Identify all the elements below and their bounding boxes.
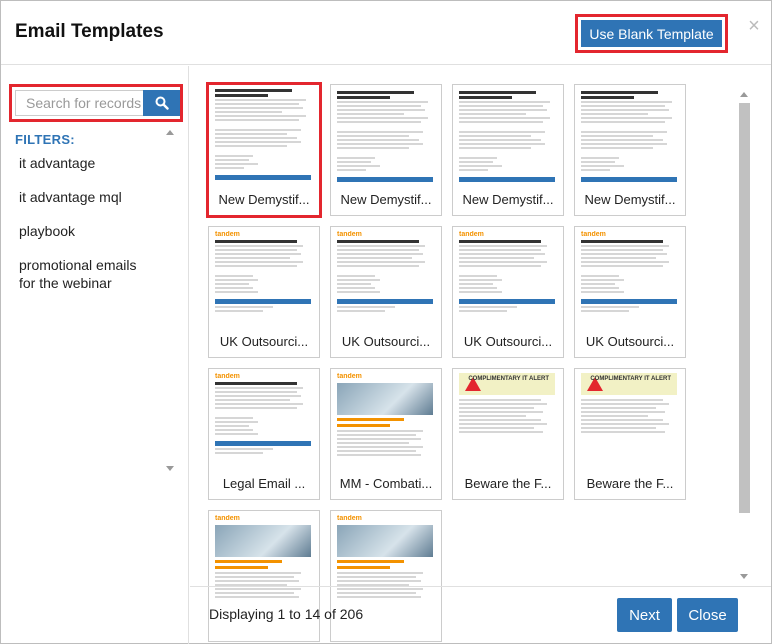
pagination-status: Displaying 1 to 14 of 206 <box>209 606 364 622</box>
grid-scrollbar[interactable] <box>736 87 753 585</box>
template-card[interactable]: tandem UK Outsourci... <box>330 226 442 358</box>
scroll-down-icon[interactable] <box>740 574 748 579</box>
template-thumbnail: tandem <box>215 373 311 471</box>
template-thumbnail <box>581 89 677 187</box>
template-card-label: Legal Email ... <box>222 476 306 491</box>
template-card-label: UK Outsourci... <box>585 334 675 349</box>
filter-item-promotional-emails[interactable]: promotional emails for the webinar <box>11 252 163 296</box>
template-thumbnail: COMPLIMENTARY IT ALERT <box>581 373 677 471</box>
scroll-down-icon[interactable] <box>166 466 174 471</box>
sidebar-scrollbar[interactable] <box>163 128 177 480</box>
close-button[interactable]: Close <box>677 598 738 632</box>
template-thumbnail: tandem <box>337 373 433 471</box>
template-card[interactable]: tandem Legal Email ... <box>208 368 320 500</box>
template-card[interactable]: New Demystif... <box>206 82 322 218</box>
filter-item-it-advantage[interactable]: it advantage <box>11 150 163 176</box>
search-input[interactable] <box>15 90 143 116</box>
template-thumbnail: tandem <box>337 231 433 329</box>
thumbnail-logo: tandem <box>337 515 362 522</box>
template-thumbnail: tandem <box>215 231 311 329</box>
template-card[interactable]: New Demystif... <box>330 84 442 216</box>
dialog-title: Email Templates <box>15 21 164 42</box>
template-card-label: Beware the F... <box>586 476 674 491</box>
template-card-label: New Demystif... <box>462 192 554 207</box>
template-card[interactable]: COMPLIMENTARY IT ALERT Beware the F... <box>452 368 564 500</box>
template-card[interactable]: New Demystif... <box>574 84 686 216</box>
search-icon <box>155 96 169 110</box>
scroll-up-icon[interactable] <box>740 92 748 97</box>
alert-banner-text: COMPLIMENTARY IT ALERT <box>590 376 671 382</box>
use-blank-template-button[interactable]: Use Blank Template <box>581 20 722 47</box>
filter-item-playbook[interactable]: playbook <box>11 218 163 244</box>
template-thumbnail: tandem <box>581 231 677 329</box>
email-templates-dialog: Email Templates Use Blank Template × FIL… <box>0 0 772 644</box>
template-card[interactable]: tandem UK Outsourci... <box>452 226 564 358</box>
template-card-label: UK Outsourci... <box>219 334 309 349</box>
template-card[interactable]: COMPLIMENTARY IT ALERT Beware the F... <box>574 368 686 500</box>
scroll-up-icon[interactable] <box>166 130 174 135</box>
template-card-label: MM - Combati... <box>339 476 433 491</box>
filter-item-it-advantage-mql[interactable]: it advantage mql <box>11 184 163 210</box>
template-card[interactable]: tandem UK Outsourci... <box>574 226 686 358</box>
filter-list: it advantage it advantage mql playbook p… <box>11 150 163 296</box>
template-thumbnail: COMPLIMENTARY IT ALERT <box>459 373 555 471</box>
template-card-label: Beware the F... <box>464 476 552 491</box>
thumbnail-logo: tandem <box>337 373 362 380</box>
template-card-label: New Demystif... <box>218 192 310 207</box>
template-thumbnail <box>459 89 555 187</box>
thumbnail-logo: tandem <box>459 231 484 238</box>
template-card-label: New Demystif... <box>584 192 676 207</box>
template-thumbnail <box>337 89 433 187</box>
close-icon[interactable]: × <box>745 15 763 37</box>
filter-sidebar: FILTERS: it advantage it advantage mql p… <box>1 66 189 644</box>
template-thumbnail <box>215 87 311 185</box>
template-card-label: UK Outsourci... <box>341 334 431 349</box>
thumbnail-logo: tandem <box>581 231 606 238</box>
next-button[interactable]: Next <box>617 598 672 632</box>
template-card[interactable]: New Demystif... <box>452 84 564 216</box>
blank-template-highlight: Use Blank Template <box>575 14 728 53</box>
search-highlight <box>9 84 183 122</box>
thumbnail-logo: tandem <box>215 515 240 522</box>
thumbnail-logo: tandem <box>337 231 362 238</box>
dialog-header: Email Templates Use Blank Template × <box>1 1 771 65</box>
thumbnail-logo: tandem <box>215 231 240 238</box>
scrollbar-thumb[interactable] <box>739 103 750 513</box>
template-thumbnail: tandem <box>459 231 555 329</box>
template-card-label: New Demystif... <box>340 192 432 207</box>
search-button[interactable] <box>143 90 180 116</box>
template-card[interactable]: tandem UK Outsourci... <box>208 226 320 358</box>
template-grid: New Demystif... New Demystif... New Demyst… <box>190 66 771 642</box>
template-card[interactable]: tandem MM - Combati... <box>330 368 442 500</box>
dialog-footer: Displaying 1 to 14 of 206 Next Close <box>190 586 771 644</box>
alert-banner-text: COMPLIMENTARY IT ALERT <box>468 376 549 382</box>
thumbnail-logo: tandem <box>215 373 240 380</box>
filters-label: FILTERS: <box>15 132 75 147</box>
template-card-label: UK Outsourci... <box>463 334 553 349</box>
